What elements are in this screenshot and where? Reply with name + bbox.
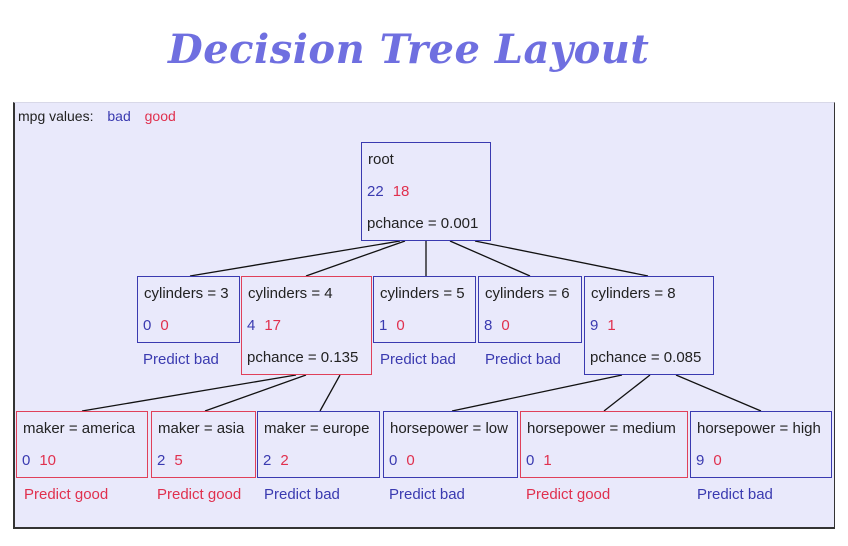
node-maker-europe[interactable]: maker = europe 22: [257, 411, 380, 478]
count-bad: 9: [590, 317, 599, 334]
prediction-maker-america: Predict good: [24, 486, 109, 503]
count-bad: 0: [526, 452, 535, 469]
count-bad: 8: [484, 317, 493, 334]
node-label: horsepower = high: [697, 420, 821, 437]
count-bad: 2: [263, 452, 272, 469]
node-counts: 25: [157, 452, 192, 469]
count-bad: 9: [696, 452, 705, 469]
node-cylinders-4[interactable]: cylinders = 4 4 17 pchance = 0.135: [241, 276, 372, 375]
node-horsepower-high[interactable]: horsepower = high 90: [690, 411, 832, 478]
edge-cyl4-asia: [204, 374, 307, 412]
node-counts: 01: [526, 452, 561, 469]
count-good: 0: [396, 317, 405, 334]
prediction-horsepower-medium: Predict good: [526, 486, 611, 503]
edge-cyl8-hpmed: [603, 374, 651, 412]
prediction-cylinders-5: Predict bad: [380, 351, 456, 368]
node-cylinders-8[interactable]: cylinders = 8 91 pchance = 0.085: [584, 276, 714, 375]
count-bad: 0: [143, 317, 152, 334]
count-bad: 22: [367, 183, 384, 200]
node-label: cylinders = 3: [144, 285, 229, 302]
count-good: 0: [501, 317, 510, 334]
count-good: 18: [392, 183, 410, 200]
prediction-cylinders-3: Predict bad: [143, 351, 219, 368]
count-bad: 1: [379, 317, 388, 334]
node-label: maker = america: [23, 420, 136, 437]
count-good: 0: [406, 452, 415, 469]
count-bad: 4: [247, 317, 256, 334]
node-maker-asia[interactable]: maker = asia 25: [151, 411, 256, 478]
edge-cyl8-hplow: [451, 374, 623, 412]
edge-cyl8-hphigh: [675, 374, 762, 412]
prediction-horsepower-high: Predict bad: [697, 486, 773, 503]
node-label: cylinders = 6: [485, 285, 570, 302]
node-cylinders-5[interactable]: cylinders = 5 10: [373, 276, 476, 343]
prediction-cylinders-6: Predict bad: [485, 351, 561, 368]
node-counts: 00: [389, 452, 424, 469]
node-label: cylinders = 4: [248, 285, 333, 302]
count-good: 1: [607, 317, 616, 334]
node-counts: 22 18: [367, 183, 418, 200]
node-pchance: pchance = 0.085: [590, 349, 702, 366]
edge-root-cyl8: [474, 240, 649, 277]
count-good: 0: [160, 317, 169, 334]
edge-root-cyl3: [189, 240, 401, 277]
node-label: maker = asia: [158, 420, 245, 437]
edge-cyl4-europe: [319, 374, 341, 412]
node-label: cylinders = 5: [380, 285, 465, 302]
node-root[interactable]: root 22 18 pchance = 0.001: [361, 142, 491, 241]
node-pchance: pchance = 0.135: [247, 349, 359, 366]
node-cylinders-3[interactable]: cylinders = 3 00: [137, 276, 240, 343]
node-counts: 00: [143, 317, 178, 334]
node-counts: 90: [696, 452, 731, 469]
prediction-horsepower-low: Predict bad: [389, 486, 465, 503]
count-good: 2: [280, 452, 289, 469]
node-pchance: pchance = 0.001: [367, 215, 479, 232]
count-good: 5: [174, 452, 183, 469]
node-counts: 80: [484, 317, 519, 334]
edge-root-cyl4: [305, 240, 406, 277]
node-counts: 91: [590, 317, 625, 334]
count-bad: 0: [389, 452, 398, 469]
node-label: horsepower = medium: [527, 420, 676, 437]
count-good: 1: [543, 452, 552, 469]
count-good: 0: [713, 452, 722, 469]
prediction-maker-europe: Predict bad: [264, 486, 340, 503]
node-counts: 0 10: [22, 452, 65, 469]
edge-root-cyl6: [449, 240, 531, 277]
node-label: horsepower = low: [390, 420, 508, 437]
node-horsepower-low[interactable]: horsepower = low 00: [383, 411, 518, 478]
node-label: root: [368, 151, 394, 168]
node-label: cylinders = 8: [591, 285, 676, 302]
count-good: 17: [264, 317, 282, 334]
node-horsepower-medium[interactable]: horsepower = medium 01: [520, 411, 688, 478]
node-label: maker = europe: [264, 420, 370, 437]
node-counts: 10: [379, 317, 414, 334]
node-counts: 4 17: [247, 317, 290, 334]
node-cylinders-6[interactable]: cylinders = 6 80: [478, 276, 582, 343]
edge-cyl4-america: [81, 374, 297, 412]
count-good: 10: [39, 452, 57, 469]
node-maker-america[interactable]: maker = america 0 10: [16, 411, 148, 478]
node-counts: 22: [263, 452, 298, 469]
prediction-maker-asia: Predict good: [157, 486, 242, 503]
count-bad: 0: [22, 452, 31, 469]
count-bad: 2: [157, 452, 166, 469]
